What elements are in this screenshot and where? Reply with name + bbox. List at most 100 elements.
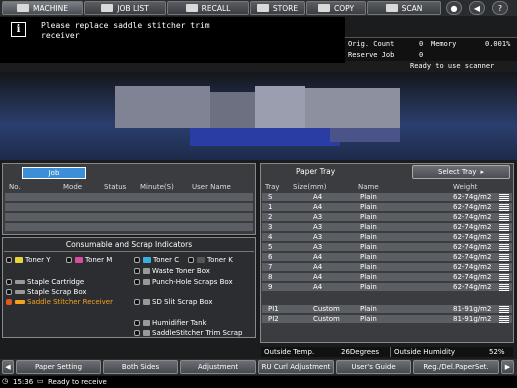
divider <box>390 347 391 357</box>
tray-cell-weight: 62-74g/m2 <box>453 233 492 241</box>
tray-cell-size: Custom <box>313 315 340 323</box>
users-guide-button[interactable]: User's Guide <box>336 360 411 374</box>
tank-icon <box>143 320 150 326</box>
job-row[interactable] <box>5 203 253 212</box>
recall-icon <box>185 4 198 12</box>
waste-box-icon <box>143 268 150 274</box>
outside-temp-value: 26Degrees <box>341 348 380 356</box>
tray-row[interactable]: 4 A3 Plain 62-74g/m2 <box>262 233 512 242</box>
reserve-job-value: 0 <box>419 51 424 59</box>
tray-row[interactable]: PI2 Custom Plain 81-91g/m2 <box>262 315 512 324</box>
job-list-icon <box>101 4 114 12</box>
reg-del-paperset-button[interactable]: Reg./Del.PaperSet. <box>413 360 499 374</box>
consumables-title: Consumable and Scrap Indicators <box>65 240 193 249</box>
tray-cell-size: A4 <box>313 283 323 291</box>
staple-scrap-indicator: Staple Scrap Box <box>6 288 87 296</box>
warning-message: Please replace saddle stitcher trim rece… <box>41 21 210 40</box>
volume-button[interactable]: ◀ <box>469 1 485 15</box>
toner-m-indicator: Toner M <box>66 256 112 264</box>
help-button[interactable]: ? <box>492 1 508 15</box>
job-row[interactable] <box>5 223 253 232</box>
status-dot-icon <box>6 289 12 295</box>
machine-image[interactable] <box>0 72 517 160</box>
status-dot-icon <box>134 279 140 285</box>
copy-icon <box>317 4 330 12</box>
tray-cell-weight: 62-74g/m2 <box>453 243 492 251</box>
toner-y-indicator: Toner Y <box>6 256 51 264</box>
job-row[interactable] <box>5 193 253 202</box>
both-sides-button[interactable]: Both Sides <box>103 360 178 374</box>
paper-level-icon <box>499 224 509 231</box>
environment-bar: Outside Temp. 26Degrees Outside Humidity… <box>261 347 513 357</box>
tray-row[interactable]: 3 A3 Plain 62-74g/m2 <box>262 223 512 232</box>
status-dot-icon <box>134 330 140 336</box>
tray-cell-name: Plain <box>360 193 377 201</box>
tray-cell-weight: 62-74g/m2 <box>453 203 492 211</box>
tray-cell-size: A3 <box>313 213 323 221</box>
tab-recall[interactable]: RECALL <box>167 1 249 15</box>
tray-cell-tray: 3 <box>268 223 273 231</box>
tray-row[interactable]: 6 A4 Plain 62-74g/m2 <box>262 253 512 262</box>
status-dot-icon <box>188 257 194 263</box>
power-save-button[interactable]: ● <box>446 1 462 15</box>
divider <box>4 251 254 252</box>
tray-row[interactable]: 8 A4 Plain 62-74g/m2 <box>262 273 512 282</box>
tray-header-size: Size(mm) <box>293 183 327 191</box>
job-header-mode: Mode <box>63 183 83 191</box>
memory-value: 0.001% <box>485 40 511 48</box>
tray-row[interactable]: PI1 Custom Plain 81-91g/m2 <box>262 305 512 314</box>
paper-level-icon <box>499 254 509 261</box>
saddle-trim-indicator: SaddleStitcher Trim Scrap <box>134 329 242 337</box>
outside-humidity-label: Outside Humidity <box>394 348 455 356</box>
tray-row[interactable]: 9 A4 Plain 62-74g/m2 <box>262 283 512 292</box>
tray-cell-tray: 2 <box>268 213 273 221</box>
scan-icon <box>385 4 398 12</box>
job-row[interactable] <box>5 213 253 222</box>
tray-cell-weight: 62-74g/m2 <box>453 213 492 221</box>
job-tab[interactable]: Job <box>22 167 86 179</box>
chevron-left-icon: ◀ <box>5 363 11 371</box>
select-tray-button[interactable]: Select Tray ▸ <box>412 165 510 179</box>
tray-cell-name: Plain <box>360 233 377 241</box>
scroll-right-button[interactable]: ▶ <box>501 360 514 374</box>
tray-row[interactable]: 5 A3 Plain 62-74g/m2 <box>262 243 512 252</box>
scrap-box-icon <box>143 299 150 305</box>
tray-row[interactable]: 7 A4 Plain 62-74g/m2 <box>262 263 512 272</box>
staple-icon <box>15 290 25 294</box>
ru-curl-adjustment-button[interactable]: RU Curl Adjustment <box>258 360 334 374</box>
printer-icon: ▭ <box>37 377 44 385</box>
speaker-icon: ◀ <box>473 3 481 13</box>
paper-level-icon <box>499 274 509 281</box>
tab-job-list[interactable]: JOB LIST <box>84 1 166 15</box>
tray-cell-name: Plain <box>360 305 377 313</box>
trim-box-icon <box>143 330 150 336</box>
tray-cell-tray: 4 <box>268 233 273 241</box>
tray-cell-size: A4 <box>313 273 323 281</box>
tray-cell-tray: 7 <box>268 263 273 271</box>
tab-machine[interactable]: MACHINE <box>2 1 83 15</box>
tray-cell-name: Plain <box>360 315 377 323</box>
tray-row[interactable]: 2 A3 Plain 62-74g/m2 <box>262 213 512 222</box>
tab-scan[interactable]: SCAN <box>367 1 441 15</box>
tray-cell-name: Plain <box>360 203 377 211</box>
scroll-left-button[interactable]: ◀ <box>2 360 14 374</box>
tray-row[interactable]: S A4 Plain 62-74g/m2 <box>262 193 512 202</box>
chevron-right-icon: ▶ <box>504 363 511 371</box>
tray-row[interactable]: 1 A4 Plain 62-74g/m2 <box>262 203 512 212</box>
paper-setting-button[interactable]: Paper Setting <box>16 360 101 374</box>
staple-icon <box>15 280 25 284</box>
paper-level-icon <box>499 244 509 251</box>
saddle-receiver-indicator: Saddle Stitcher Receiver <box>6 298 113 306</box>
status-dot-icon <box>134 299 140 305</box>
tray-cell-weight: 62-74g/m2 <box>453 193 492 201</box>
tab-store[interactable]: STORE <box>250 1 305 15</box>
tab-copy[interactable]: COPY <box>306 1 366 15</box>
staple-cartridge-indicator: Staple Cartridge <box>6 278 84 286</box>
adjustment-button[interactable]: Adjustment <box>180 360 256 374</box>
scanner-status: Ready to use scanner <box>410 62 495 70</box>
tray-cell-size: A3 <box>313 243 323 251</box>
reserve-job-label: Reserve Job <box>348 51 395 59</box>
store-icon <box>256 4 269 12</box>
paper-level-icon <box>499 264 509 271</box>
power-icon: ● <box>450 3 458 13</box>
